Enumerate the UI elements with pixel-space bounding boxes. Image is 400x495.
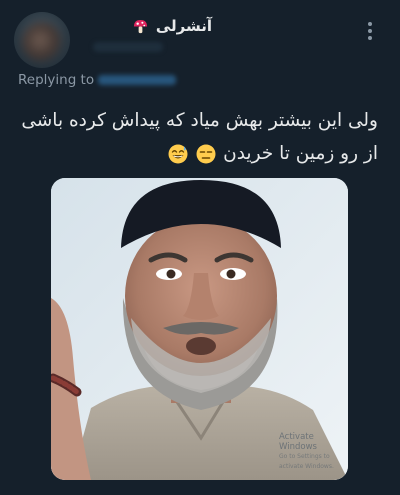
replying-to-handle-redacted[interactable]	[98, 75, 177, 85]
tweet-text-line-2: از رو زمین تا خریدن	[223, 143, 378, 164]
watermark-title: Activate Windows	[279, 432, 317, 452]
tweet-card[interactable]: آنشرلی Replying to ولی این بیشتر بهش میا…	[0, 0, 400, 495]
tweet-text-line-1: ولی این بیشتر بهش میاد که پیداش کرده باش…	[21, 110, 378, 131]
tweet-text: ولی این بیشتر بهش میاد که پیداش کرده باش…	[18, 104, 378, 170]
mushroom-icon	[133, 19, 147, 33]
display-name[interactable]: آنشرلی	[156, 17, 212, 35]
author-name-row[interactable]: آنشرلی	[133, 17, 212, 35]
unamused-face-icon	[196, 144, 216, 164]
replying-to-row: Replying to	[18, 72, 177, 88]
tweet-media-photo[interactable]: Activate Windows Go to Settings to activ…	[51, 178, 348, 480]
tweet-text-line-2-wrap: از رو زمین تا خریدن	[18, 137, 378, 170]
more-vertical-icon[interactable]	[362, 20, 378, 42]
author-handle-redacted	[93, 42, 163, 52]
replying-to-label: Replying to	[18, 72, 95, 88]
grinning-sweat-face-icon	[168, 144, 188, 164]
avatar[interactable]	[14, 12, 70, 68]
watermark-subtitle: Go to Settings to activate Windows.	[279, 453, 334, 470]
activate-windows-watermark: Activate Windows Go to Settings to activ…	[279, 432, 348, 472]
